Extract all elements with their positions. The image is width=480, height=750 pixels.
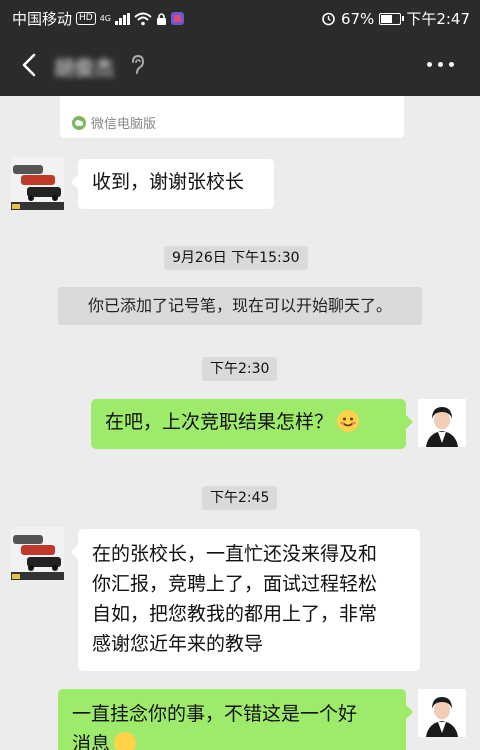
message-line: 在的张校长，一直忙还没来得及和 — [92, 543, 378, 565]
contact-name[interactable]: 胡俊杰 — [54, 52, 114, 81]
my-avatar[interactable] — [418, 689, 466, 737]
carrier-label: 中国移动 — [12, 10, 73, 28]
timestamp: 下午2:45 — [202, 486, 278, 510]
message-line-text: 消息 — [72, 733, 111, 750]
message-text: 在吧，上次竞职结果怎样？ — [105, 411, 334, 433]
timestamp: 下午2:30 — [202, 357, 278, 381]
status-bar: 中国移动 HD 4G 67% 下午2:47 — [0, 0, 480, 34]
message-line: 感谢您近年来的教导 — [92, 633, 264, 655]
message-bubble-received[interactable]: 在的张校长，一直忙还没来得及和 你汇报，竞聘上了，面试过程轻松 自如，把您教我的… — [71, 529, 420, 671]
smile-emoji-icon — [337, 410, 360, 432]
message-bubble-sent[interactable]: 一直挂念你的事，不错这是一个好 消息 — [58, 689, 413, 750]
timestamp: 9月26日 下午15:30 — [164, 246, 308, 270]
back-arrow-icon[interactable] — [18, 52, 44, 78]
signal-icon — [115, 12, 131, 25]
contact-avatar[interactable] — [11, 527, 64, 580]
grin-emoji-icon — [114, 732, 137, 750]
hd-badge: HD — [76, 12, 96, 25]
battery-percent: 67% — [340, 9, 375, 28]
message-bubble-sent[interactable]: 在吧，上次竞职结果怎样？ — [91, 399, 413, 449]
wifi-icon — [134, 12, 152, 25]
message-line: 一直挂念你的事，不错这是一个好 — [72, 703, 358, 725]
earpiece-mode-icon — [132, 54, 145, 74]
message-text: 收到，谢谢张校长 — [92, 171, 245, 193]
message-bubble-received[interactable]: 收到，谢谢张校长 — [71, 159, 274, 209]
battery-icon — [379, 12, 405, 25]
chat-area[interactable]: 微信电脑版 收到，谢谢张校长 9月26日 下午15:30 你已添加了记号笔，现在… — [0, 96, 480, 750]
lock-icon — [157, 12, 167, 25]
more-options-icon[interactable] — [427, 62, 454, 67]
message-line: 消息 — [72, 729, 392, 750]
shared-card[interactable]: 微信电脑版 — [60, 96, 404, 138]
alarm-icon — [322, 12, 335, 26]
message-line: 你汇报，竞聘上了，面试过程轻松 — [92, 573, 378, 595]
system-message: 你已添加了记号笔，现在可以开始聊天了。 — [58, 287, 422, 325]
wechat-pc-icon — [72, 115, 86, 130]
contact-avatar[interactable] — [11, 157, 64, 210]
clock: 下午2:47 — [406, 10, 470, 28]
my-avatar[interactable] — [418, 399, 466, 447]
message-line: 自如，把您教我的都用上了，非常 — [92, 603, 378, 625]
app-notification-icon — [171, 12, 185, 25]
chat-header: 胡俊杰 — [0, 34, 480, 96]
network-type: 4G — [99, 14, 112, 23]
card-source: 微信电脑版 — [72, 113, 156, 132]
card-source-label: 微信电脑版 — [91, 117, 157, 132]
